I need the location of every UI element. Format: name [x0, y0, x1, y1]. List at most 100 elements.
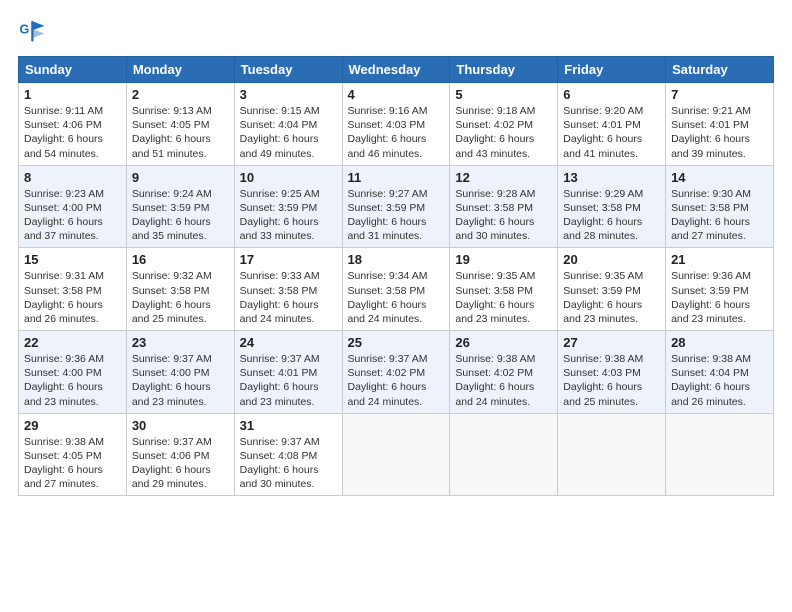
calendar-cell: 21Sunrise: 9:36 AMSunset: 3:59 PMDayligh… — [666, 248, 774, 331]
calendar-cell — [666, 413, 774, 496]
cell-info: Sunrise: 9:25 AMSunset: 3:59 PMDaylight:… — [240, 188, 320, 243]
logo: G — [18, 18, 50, 46]
calendar-week-row: 22 Sunrise: 9:36 AMSunset: 4:00 PMDayligh… — [19, 331, 774, 414]
calendar-table: SundayMondayTuesdayWednesdayThursdayFrid… — [18, 56, 774, 496]
calendar-cell: 31 Sunrise: 9:37 AMSunset: 4:08 PMDayligh… — [234, 413, 342, 496]
calendar-cell: 5Sunrise: 9:18 AMSunset: 4:02 PMDaylight… — [450, 83, 558, 166]
cell-info: Sunrise: 9:37 AMSunset: 4:02 PMDaylight:… — [348, 353, 428, 408]
cell-info: Sunrise: 9:36 AMSunset: 4:00 PMDaylight:… — [24, 353, 104, 408]
day-number: 5 — [455, 87, 552, 102]
cell-info: Sunrise: 9:38 AMSunset: 4:05 PMDaylight:… — [24, 436, 104, 491]
weekday-header: Tuesday — [234, 57, 342, 83]
cell-info: Sunrise: 9:29 AMSunset: 3:58 PMDaylight:… — [563, 188, 643, 243]
day-number: 11 — [348, 170, 445, 185]
day-number: 12 — [455, 170, 552, 185]
day-number: 4 — [348, 87, 445, 102]
day-number: 1 — [24, 87, 121, 102]
cell-info: Sunrise: 9:27 AMSunset: 3:59 PMDaylight:… — [348, 188, 428, 243]
cell-info: Sunrise: 9:13 AMSunset: 4:05 PMDaylight:… — [132, 105, 212, 160]
calendar-cell: 11 Sunrise: 9:27 AMSunset: 3:59 PMDayligh… — [342, 165, 450, 248]
calendar-cell: 7 Sunrise: 9:21 AMSunset: 4:01 PMDaylight… — [666, 83, 774, 166]
cell-info: Sunrise: 9:32 AMSunset: 3:58 PMDaylight:… — [132, 270, 212, 325]
day-number: 14 — [671, 170, 768, 185]
day-number: 22 — [24, 335, 121, 350]
calendar-cell: 28Sunrise: 9:38 AMSunset: 4:04 PMDayligh… — [666, 331, 774, 414]
day-number: 20 — [563, 252, 660, 267]
day-number: 2 — [132, 87, 229, 102]
weekday-header: Monday — [126, 57, 234, 83]
day-number: 7 — [671, 87, 768, 102]
day-number: 26 — [455, 335, 552, 350]
page: G SundayMondayTuesdayWednesdayThursdayFr… — [0, 0, 792, 612]
day-number: 15 — [24, 252, 121, 267]
cell-info: Sunrise: 9:35 AMSunset: 3:59 PMDaylight:… — [563, 270, 643, 325]
calendar-cell: 8 Sunrise: 9:23 AMSunset: 4:00 PMDaylight… — [19, 165, 127, 248]
calendar-cell: 22 Sunrise: 9:36 AMSunset: 4:00 PMDayligh… — [19, 331, 127, 414]
cell-info: Sunrise: 9:38 AMSunset: 4:03 PMDaylight:… — [563, 353, 643, 408]
day-number: 8 — [24, 170, 121, 185]
weekday-header: Wednesday — [342, 57, 450, 83]
day-number: 23 — [132, 335, 229, 350]
cell-info: Sunrise: 9:38 AMSunset: 4:04 PMDaylight:… — [671, 353, 751, 408]
calendar-cell: 30 Sunrise: 9:37 AMSunset: 4:06 PMDayligh… — [126, 413, 234, 496]
calendar-cell: 25 Sunrise: 9:37 AMSunset: 4:02 PMDayligh… — [342, 331, 450, 414]
calendar-cell: 13 Sunrise: 9:29 AMSunset: 3:58 PMDayligh… — [558, 165, 666, 248]
cell-info: Sunrise: 9:15 AMSunset: 4:04 PMDaylight:… — [240, 105, 320, 160]
day-number: 24 — [240, 335, 337, 350]
day-number: 16 — [132, 252, 229, 267]
cell-info: Sunrise: 9:35 AMSunset: 3:58 PMDaylight:… — [455, 270, 535, 325]
day-number: 27 — [563, 335, 660, 350]
calendar-cell: 15 Sunrise: 9:31 AMSunset: 3:58 PMDayligh… — [19, 248, 127, 331]
day-number: 29 — [24, 418, 121, 433]
cell-info: Sunrise: 9:37 AMSunset: 4:08 PMDaylight:… — [240, 436, 320, 491]
header: G — [18, 18, 774, 46]
cell-info: Sunrise: 9:21 AMSunset: 4:01 PMDaylight:… — [671, 105, 751, 160]
weekday-header: Sunday — [19, 57, 127, 83]
calendar-header-row: SundayMondayTuesdayWednesdayThursdayFrid… — [19, 57, 774, 83]
calendar-cell: 17 Sunrise: 9:33 AMSunset: 3:58 PMDayligh… — [234, 248, 342, 331]
cell-info: Sunrise: 9:16 AMSunset: 4:03 PMDaylight:… — [348, 105, 428, 160]
day-number: 10 — [240, 170, 337, 185]
logo-icon: G — [18, 18, 46, 46]
weekday-header: Saturday — [666, 57, 774, 83]
calendar-week-row: 1 Sunrise: 9:11 AMSunset: 4:06 PMDaylight… — [19, 83, 774, 166]
calendar-cell: 29 Sunrise: 9:38 AMSunset: 4:05 PMDayligh… — [19, 413, 127, 496]
calendar-cell — [342, 413, 450, 496]
calendar-cell: 19Sunrise: 9:35 AMSunset: 3:58 PMDayligh… — [450, 248, 558, 331]
cell-info: Sunrise: 9:20 AMSunset: 4:01 PMDaylight:… — [563, 105, 643, 160]
cell-info: Sunrise: 9:23 AMSunset: 4:00 PMDaylight:… — [24, 188, 104, 243]
calendar-cell: 10 Sunrise: 9:25 AMSunset: 3:59 PMDayligh… — [234, 165, 342, 248]
day-number: 3 — [240, 87, 337, 102]
day-number: 6 — [563, 87, 660, 102]
day-number: 30 — [132, 418, 229, 433]
calendar-cell: 26 Sunrise: 9:38 AMSunset: 4:02 PMDayligh… — [450, 331, 558, 414]
cell-info: Sunrise: 9:37 AMSunset: 4:06 PMDaylight:… — [132, 436, 212, 491]
calendar-cell: 6 Sunrise: 9:20 AMSunset: 4:01 PMDaylight… — [558, 83, 666, 166]
calendar-cell — [450, 413, 558, 496]
weekday-header: Friday — [558, 57, 666, 83]
calendar-cell: 2 Sunrise: 9:13 AMSunset: 4:05 PMDaylight… — [126, 83, 234, 166]
calendar-cell: 16 Sunrise: 9:32 AMSunset: 3:58 PMDayligh… — [126, 248, 234, 331]
day-number: 31 — [240, 418, 337, 433]
calendar-cell: 1 Sunrise: 9:11 AMSunset: 4:06 PMDaylight… — [19, 83, 127, 166]
day-number: 25 — [348, 335, 445, 350]
weekday-header: Thursday — [450, 57, 558, 83]
calendar-week-row: 15 Sunrise: 9:31 AMSunset: 3:58 PMDayligh… — [19, 248, 774, 331]
cell-info: Sunrise: 9:38 AMSunset: 4:02 PMDaylight:… — [455, 353, 535, 408]
cell-info: Sunrise: 9:31 AMSunset: 3:58 PMDaylight:… — [24, 270, 104, 325]
calendar-cell: 23Sunrise: 9:37 AMSunset: 4:00 PMDayligh… — [126, 331, 234, 414]
cell-info: Sunrise: 9:24 AMSunset: 3:59 PMDaylight:… — [132, 188, 212, 243]
cell-info: Sunrise: 9:33 AMSunset: 3:58 PMDaylight:… — [240, 270, 320, 325]
calendar-cell: 3 Sunrise: 9:15 AMSunset: 4:04 PMDaylight… — [234, 83, 342, 166]
cell-info: Sunrise: 9:30 AMSunset: 3:58 PMDaylight:… — [671, 188, 751, 243]
day-number: 13 — [563, 170, 660, 185]
cell-info: Sunrise: 9:34 AMSunset: 3:58 PMDaylight:… — [348, 270, 428, 325]
svg-text:G: G — [20, 23, 30, 37]
cell-info: Sunrise: 9:28 AMSunset: 3:58 PMDaylight:… — [455, 188, 535, 243]
cell-info: Sunrise: 9:11 AMSunset: 4:06 PMDaylight:… — [24, 105, 103, 160]
day-number: 17 — [240, 252, 337, 267]
calendar-cell: 18 Sunrise: 9:34 AMSunset: 3:58 PMDayligh… — [342, 248, 450, 331]
calendar-week-row: 29 Sunrise: 9:38 AMSunset: 4:05 PMDayligh… — [19, 413, 774, 496]
day-number: 9 — [132, 170, 229, 185]
day-number: 18 — [348, 252, 445, 267]
